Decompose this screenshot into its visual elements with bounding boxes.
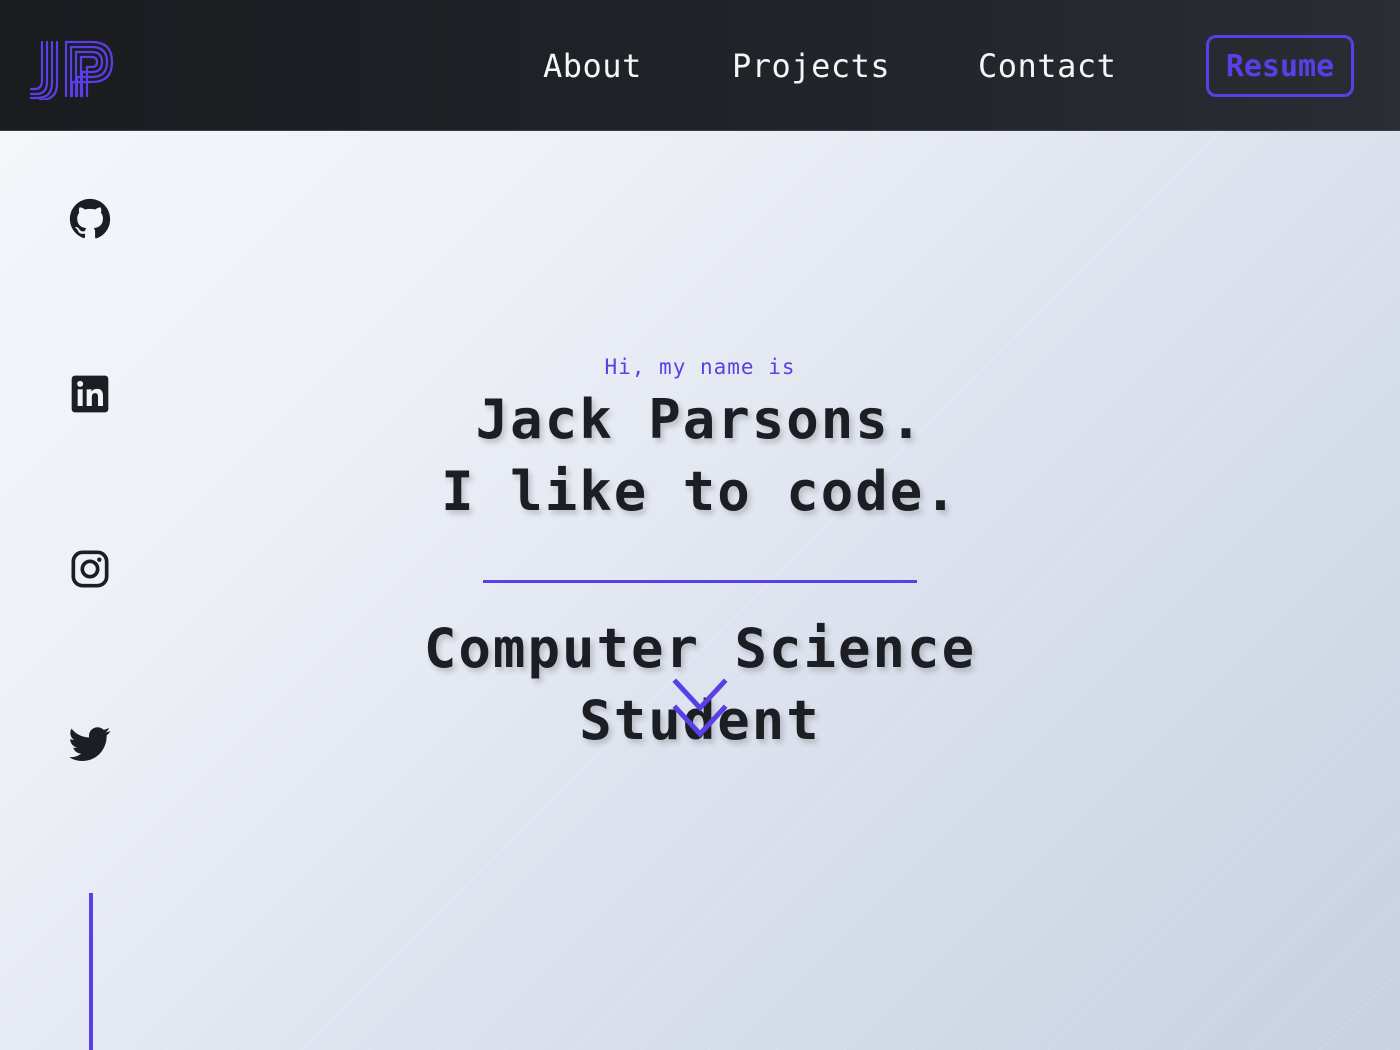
hero-name: Jack Parsons. xyxy=(475,388,925,451)
hero-tagline: I like to code. xyxy=(441,460,959,523)
nav-about-link[interactable]: About xyxy=(543,46,642,86)
linkedin-icon xyxy=(71,375,109,413)
scroll-down-chevron-icon[interactable] xyxy=(672,678,728,742)
nav-projects-link[interactable]: Projects xyxy=(732,46,890,86)
nav-contact-link[interactable]: Contact xyxy=(978,46,1116,86)
instagram-link[interactable] xyxy=(67,546,113,592)
linkedin-link[interactable] xyxy=(67,371,113,417)
resume-button[interactable]: Resume xyxy=(1206,35,1354,97)
twitter-link[interactable] xyxy=(67,721,113,767)
logo[interactable]: JP xyxy=(28,38,118,100)
greeting-text: Hi, my name is xyxy=(604,355,796,379)
hero-role-line1: Computer Science xyxy=(423,617,977,680)
github-icon xyxy=(69,198,111,239)
instagram-icon xyxy=(71,550,109,588)
sidebar-accent-line xyxy=(89,893,93,1050)
github-link[interactable] xyxy=(67,196,113,242)
twitter-icon xyxy=(69,727,111,761)
hero-divider xyxy=(483,580,917,583)
top-navbar: JP About Projects Contact Resume xyxy=(0,0,1400,131)
